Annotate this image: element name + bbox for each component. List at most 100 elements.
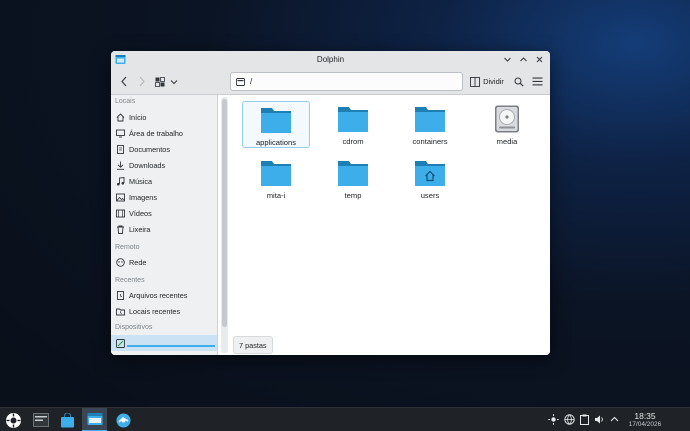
sidebar-item-arquivos-recentes[interactable]: Arquivos recentes: [111, 288, 217, 303]
folder-icon: [261, 161, 291, 186]
back-button[interactable]: [117, 73, 130, 90]
sidebar-scrollbar-thumb[interactable]: [222, 99, 227, 327]
split-view-icon: [470, 76, 481, 87]
volume-icon[interactable]: [594, 414, 605, 425]
chevron-down-icon: [170, 79, 178, 84]
sidebar-scrollbar[interactable]: [221, 97, 228, 353]
tray-expand-icon[interactable]: [609, 414, 620, 425]
task-manager-app[interactable]: [28, 408, 53, 431]
device-drive-icon: [116, 338, 125, 348]
file-item-containers[interactable]: containers: [396, 101, 464, 148]
folder-icon: [261, 108, 291, 133]
sidebar-item-documentos[interactable]: Documentos: [111, 142, 217, 157]
window-title: Dolphin: [316, 55, 345, 64]
music-icon: [116, 177, 125, 186]
clock-date: 17/04/2026: [628, 421, 662, 428]
file-name: cdrom: [342, 137, 364, 146]
home-folder-icon: [415, 161, 445, 186]
sidebar-item-rede[interactable]: Rede: [111, 255, 217, 270]
hard-drive-icon: [495, 105, 519, 133]
file-item-applications[interactable]: applications: [242, 101, 310, 148]
main-menu-button[interactable]: [530, 73, 544, 90]
sidebar-item-imagens[interactable]: Imagens: [111, 190, 217, 205]
shopping-bag-icon: [61, 412, 74, 427]
file-name: containers: [412, 137, 448, 146]
pager-icon: [32, 413, 49, 427]
view-mode-button[interactable]: [154, 73, 166, 90]
sidebar-item-label: Locais recentes: [129, 307, 181, 316]
drive-icon: [236, 77, 245, 86]
brightness-icon[interactable]: [548, 414, 559, 425]
digital-clock[interactable]: 18:35 17/04/2026: [622, 411, 668, 429]
dolphin-window: Dolphin / Dividir Locais Início Área de …: [111, 51, 550, 355]
desktop-icon: [116, 129, 125, 138]
sidebar-item-label: Área de trabalho: [129, 129, 183, 138]
icons-view-icon: [155, 76, 165, 87]
clock-time: 18:35: [634, 411, 656, 421]
sidebar-item-locais-recentes[interactable]: Locais recentes: [111, 304, 217, 319]
images-icon: [116, 193, 125, 202]
sidebar-item-device[interactable]: [111, 335, 217, 351]
sidebar-item-area-de-trabalho[interactable]: Área de trabalho: [111, 126, 217, 141]
kde-launcher-icon: [6, 412, 21, 428]
folder-icon: [338, 107, 368, 132]
file-item-temp[interactable]: temp: [319, 155, 387, 202]
hamburger-menu-icon: [532, 77, 542, 86]
sidebar-item-inicio[interactable]: Início: [111, 110, 217, 125]
device-usage-bar: [127, 345, 215, 347]
documents-icon: [116, 145, 125, 154]
forward-button[interactable]: [135, 73, 148, 90]
forward-arrow-icon: [139, 76, 145, 87]
dolphin-app-icon: [115, 54, 126, 65]
section-header-recentes: Recentes: [115, 277, 145, 284]
browser-app[interactable]: [111, 408, 136, 431]
sidebar-item-musica[interactable]: Música: [111, 174, 217, 189]
file-name: applications: [255, 138, 297, 147]
application-launcher-button[interactable]: [1, 408, 26, 431]
trash-icon: [116, 225, 125, 234]
clipboard-icon[interactable]: [579, 414, 590, 425]
section-header-locais: Locais: [115, 98, 136, 105]
dolphin-folder-icon: [87, 413, 102, 425]
file-item-mita-i[interactable]: mita-i: [242, 155, 310, 202]
recent-places-icon: [116, 307, 125, 316]
sidebar-item-label: Música: [129, 177, 153, 186]
view-mode-dropdown[interactable]: [169, 73, 179, 90]
sidebar-item-label: Vídeos: [129, 209, 152, 218]
file-view[interactable]: applications cdrom containers media mita…: [229, 95, 550, 355]
file-item-media[interactable]: media: [473, 101, 541, 148]
file-name: users: [420, 191, 440, 200]
sidebar-item-label: Arquivos recentes: [129, 291, 188, 300]
split-view-button[interactable]: Dividir: [468, 73, 506, 90]
title-bar[interactable]: Dolphin: [111, 51, 550, 68]
search-button[interactable]: [512, 73, 525, 90]
file-item-cdrom[interactable]: cdrom: [319, 101, 387, 148]
section-header-remoto: Remoto: [115, 244, 140, 251]
file-name: media: [496, 137, 518, 146]
maximize-icon[interactable]: [517, 53, 530, 66]
sidebar-item-videos[interactable]: Vídeos: [111, 206, 217, 221]
taskbar: 18:35 17/04/2026: [0, 407, 690, 431]
network-status-icon[interactable]: [564, 414, 575, 425]
minimize-icon[interactable]: [501, 53, 514, 66]
location-path: /: [250, 77, 253, 86]
folder-icon: [338, 161, 368, 186]
toolbar: / Dividir: [111, 68, 550, 95]
videos-icon: [116, 209, 125, 218]
discover-app[interactable]: [55, 408, 80, 431]
sidebar-item-downloads[interactable]: Downloads: [111, 158, 217, 173]
split-view-label: Dividir: [483, 77, 504, 86]
sidebar-item-label: Downloads: [129, 161, 166, 170]
location-bar[interactable]: /: [230, 72, 463, 91]
section-header-dispositivos: Dispositivos: [115, 324, 153, 331]
recent-files-icon: [116, 291, 125, 300]
sidebar-item-lixeira[interactable]: Lixeira: [111, 222, 217, 237]
status-bar: 7 pastas: [233, 336, 273, 354]
file-item-users[interactable]: users: [396, 155, 464, 202]
close-icon[interactable]: [533, 53, 546, 66]
search-icon: [514, 77, 524, 87]
dolphin-task[interactable]: [82, 408, 107, 431]
sidebar-item-label: Início: [129, 113, 147, 122]
file-name: mita-i: [266, 191, 286, 200]
file-name: temp: [344, 191, 362, 200]
